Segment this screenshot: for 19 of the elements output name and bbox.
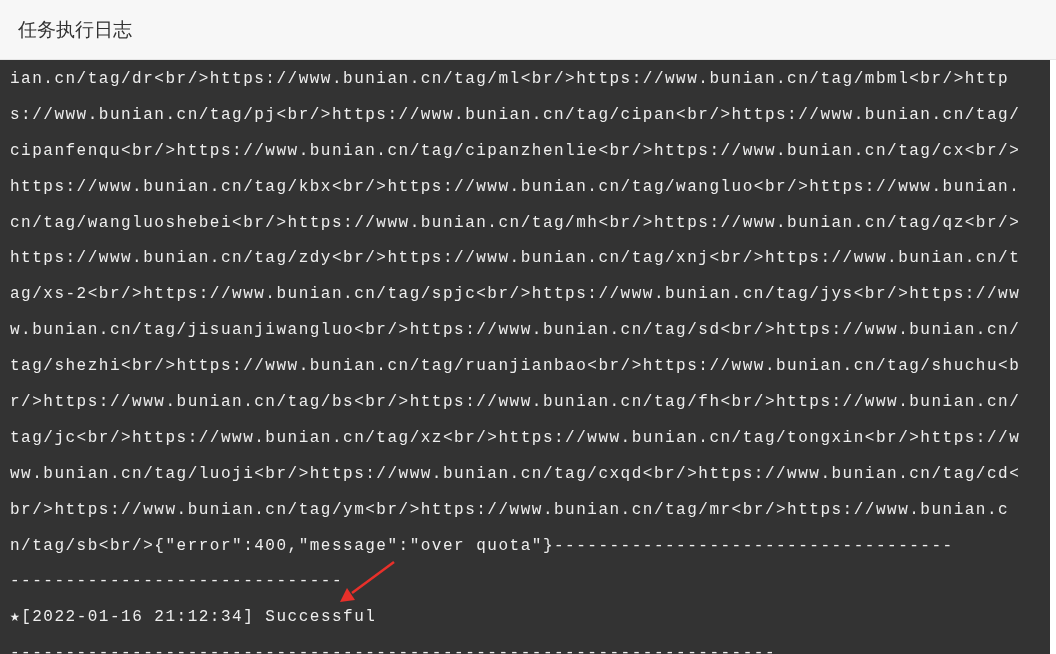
log-line: ww.bunian.cn/tag/luoji<br/>https://www.bunian.cn/tag/cxqd<br/>https://www.bunian.cn/tag/cd<: [10, 465, 1021, 482]
log-line: ian.cn/tag/dr<br/>https://www.bunian.cn/tag/ml<br/>https://www.bunian.cn/tag/mbml<br/>http: [10, 71, 1010, 87]
log-line: ag/xs-2<br/>https://www.bunian.cn/tag/spjc<br/>https://www.bunian.cn/tag/jys<br/>https://ww: [10, 286, 1021, 303]
log-line: w.bunian.cn/tag/jisuanjiwangluo<br/>https://www.bunian.cn/tag/sd<br/>https://www.bunian.cn/: [10, 322, 1021, 339]
log-line: cn/tag/wangluoshebei<br/>https://www.bunian.cn/tag/mh<br/>https://www.bunian.cn/tag/qz<br/>: [10, 214, 1021, 231]
annotation-arrow: [340, 561, 395, 602]
log-line: cipanfenqu<br/>https://www.bunian.cn/tag/cipanzhenlie<br/>https://www.bunian.cn/tag/cx<br/>: [10, 142, 1021, 159]
log-line: ---------------------------------------------------------------------: [10, 645, 776, 654]
log-line: ★[2022-01-16 21:12:34] Successful: [10, 609, 377, 626]
log-line: tag/jc<br/>https://www.bunian.cn/tag/xz<br/>https://www.bunian.cn/tag/tongxin<br/>https://w: [10, 429, 1021, 446]
log-line: s://www.bunian.cn/tag/pj<br/>https://www.bunian.cn/tag/cipan<br/>https://www.bunian.cn/tag/: [10, 106, 1021, 123]
log-line: ------------------------------: [10, 573, 344, 590]
log-line: https://www.bunian.cn/tag/kbx<br/>https://www.bunian.cn/tag/wangluo<br/>https://www.bunian.: [10, 178, 1021, 195]
log-line: tag/shezhi<br/>https://www.bunian.cn/tag/ruanjianbao<br/>https://www.bunian.cn/tag/shuchu<b: [10, 358, 1021, 375]
log-line: r/>https://www.bunian.cn/tag/bs<br/>https://www.bunian.cn/tag/fh<br/>https://www.bunian.cn/: [10, 394, 1021, 410]
log-line: br/>https://www.bunian.cn/tag/ym<br/>https://www.bunian.cn/tag/mr<br/>https://www.bunian.c: [10, 501, 1010, 518]
log-line: n/tag/sb<br/>{"error":400,"message":"over quota"}------------------------------------: [10, 537, 954, 554]
panel-title: 任务执行日志: [18, 17, 132, 43]
log-line: https://www.bunian.cn/tag/zdy<br/>https://www.bunian.cn/tag/xnj<br/>https://www.bunian.cn/t: [10, 250, 1021, 267]
